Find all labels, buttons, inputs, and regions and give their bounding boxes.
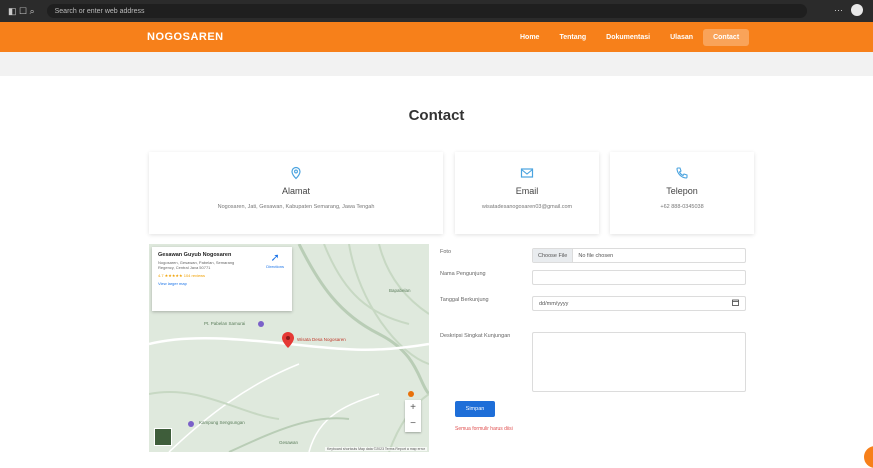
phone-card: Telepon +62 888-0345038 <box>610 152 754 234</box>
page-title: Contact <box>408 107 465 124</box>
form-note: Semua formulir harus diisi <box>455 426 513 432</box>
submit-button[interactable]: Simpan <box>455 401 495 417</box>
map-place-card: Gesawan Guyub Nogosaren Nogosaren, Gesaw… <box>152 247 292 311</box>
name-row: Nama Pengunjung <box>440 270 750 286</box>
message-label: Deskripsi Singkat Kunjungan <box>440 333 511 339</box>
view-larger-map-link[interactable]: View larger map <box>158 281 286 286</box>
file-status: No file chosen <box>578 252 614 259</box>
directions-button[interactable]: ➚ Directions <box>266 252 284 270</box>
visitor-name-input[interactable] <box>532 270 746 285</box>
nav-item-contact[interactable]: Contact <box>703 28 750 46</box>
photo-file-input[interactable]: Choose File No file chosen <box>532 248 746 263</box>
photo-row: Foto Choose File No file chosen <box>440 248 750 264</box>
site-navbar: NOGOSAREN Home Tentang Dokumentasi Ulasa… <box>0 22 873 52</box>
visit-date-input[interactable]: dd/mm/yyyy <box>532 296 746 311</box>
map-place-address: Nogosaren, Gesawan, Pabelan, Semarang Re… <box>158 260 235 270</box>
phone-card-value: +62 888-0345038 <box>660 204 704 210</box>
brand-logo[interactable]: NOGOSAREN <box>147 31 224 43</box>
map-pin-icon <box>289 166 303 180</box>
phone-icon <box>675 166 689 180</box>
choose-file-button[interactable]: Choose File <box>533 249 574 262</box>
date-row: Tanggal Berkunjung dd/mm/yyyy <box>440 296 750 320</box>
directions-icon: ➚ <box>270 252 280 264</box>
nav-item-home[interactable]: Home <box>510 29 549 46</box>
map-place-label: Bapabelan <box>389 288 411 293</box>
chat-bubble-button[interactable] <box>864 446 873 468</box>
email-card-label: Email <box>515 186 539 196</box>
message-row: Deskripsi Singkat Kunjungan <box>440 332 750 394</box>
embedded-map[interactable]: Gesawan Guyub Nogosaren Nogosaren, Gesaw… <box>149 244 429 452</box>
map-place-label: Gesawan <box>279 440 299 445</box>
map-place-label: Pt. Pabelan Samurai <box>204 321 246 326</box>
date-label: Tanggal Berkunjung <box>440 297 489 303</box>
profile-icon[interactable] <box>851 4 863 16</box>
extension-icon[interactable]: ⋯ <box>834 5 843 16</box>
nav-item-dokumentasi[interactable]: Dokumentasi <box>596 29 660 46</box>
directions-label: Directions <box>266 264 284 269</box>
browser-controls-icon[interactable]: ◧ ☐ ⌕ <box>8 6 35 17</box>
zoom-in-button[interactable]: + <box>405 400 421 416</box>
map-zoom-control: + − <box>405 400 421 432</box>
header-strip <box>0 52 873 76</box>
phone-card-label: Telepon <box>666 186 698 196</box>
address-card-value: Nogosaren, Jati, Gesawan, Kabupaten Sema… <box>217 204 375 210</box>
photo-label: Foto <box>440 249 452 255</box>
nav-item-ulasan[interactable]: Ulasan <box>660 29 703 46</box>
address-card: Alamat Nogosaren, Jati, Gesawan, Kabupat… <box>149 152 443 234</box>
map-place-label: Kampung Sengsungan <box>199 420 245 425</box>
map-marker-label: Wisata Desa Nogosaren <box>297 337 346 342</box>
email-card-value: wisatadesanogosaren03@gmail.com <box>481 204 573 210</box>
address-card-label: Alamat <box>281 186 310 196</box>
address-bar-text: Search or enter web address <box>54 7 145 15</box>
address-bar[interactable]: Search or enter web address <box>46 4 807 18</box>
email-card: Email wisatadesanogosaren03@gmail.com <box>455 152 599 234</box>
visit-description-textarea[interactable] <box>532 332 746 392</box>
nav-item-tentang[interactable]: Tentang <box>549 29 596 46</box>
map-attribution[interactable]: Keyboard shortcuts Map data ©2023 Terms … <box>324 447 427 451</box>
mail-icon <box>520 166 534 180</box>
zoom-out-button[interactable]: − <box>405 416 421 432</box>
browser-toolbar: ◧ ☐ ⌕ Search or enter web address ⋯ <box>0 0 873 22</box>
calendar-icon[interactable] <box>732 299 739 308</box>
nav-menu: Home Tentang Dokumentasi Ulasan Contact <box>510 22 750 52</box>
date-placeholder: dd/mm/yyyy <box>539 300 569 307</box>
map-marker-icon[interactable] <box>282 332 294 348</box>
satellite-toggle[interactable] <box>154 428 172 446</box>
map-rating[interactable]: 4.7 ★★★★★ 104 reviews <box>158 273 286 278</box>
name-label: Nama Pengunjung <box>440 271 486 277</box>
